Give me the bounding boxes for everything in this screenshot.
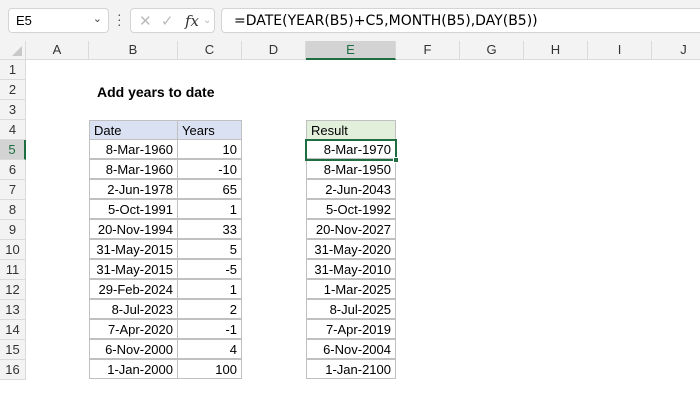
row-header-16[interactable]: 16 [0, 360, 26, 380]
years-cell[interactable]: 1 [177, 199, 242, 219]
fill-handle[interactable] [393, 157, 399, 163]
row-header-3[interactable]: 3 [0, 100, 26, 120]
result-cell[interactable]: 20-Nov-2027 [306, 219, 396, 239]
header-result[interactable]: Result [306, 120, 396, 140]
years-cell[interactable]: 2 [177, 299, 242, 319]
name-box-value: E5 [16, 13, 32, 28]
date-cell[interactable]: 6-Nov-2000 [89, 339, 178, 359]
cancel-icon[interactable]: ✕ [139, 12, 152, 30]
date-cell[interactable]: 20-Nov-1994 [89, 219, 178, 239]
row-header-2[interactable]: 2 [0, 80, 26, 100]
name-box[interactable]: E5 ⌄ [8, 8, 109, 33]
date-cell[interactable]: 29-Feb-2024 [89, 279, 178, 299]
date-cell[interactable]: 2-Jun-1978 [89, 179, 178, 199]
sheet-title: Add years to date [97, 84, 215, 100]
date-cell[interactable]: 31-May-2015 [89, 239, 178, 259]
header-date[interactable]: Date [89, 120, 178, 140]
more-options-icon[interactable]: · · · [117, 7, 122, 31]
years-cell[interactable]: 5 [177, 239, 242, 259]
years-cell[interactable]: -5 [177, 259, 242, 279]
row-header-13[interactable]: 13 [0, 300, 26, 320]
date-cell[interactable]: 5-Oct-1991 [89, 199, 178, 219]
years-cell[interactable]: 4 [177, 339, 242, 359]
row-header-14[interactable]: 14 [0, 320, 26, 340]
row-header-15[interactable]: 15 [0, 340, 26, 360]
result-cell[interactable]: 8-Jul-2025 [306, 299, 396, 319]
row-header-6[interactable]: 6 [0, 160, 26, 180]
result-cell[interactable]: 8-Mar-1950 [306, 159, 396, 179]
date-cell[interactable]: 8-Mar-1960 [89, 159, 178, 179]
row-header-9[interactable]: 9 [0, 220, 26, 240]
active-cell-border [305, 139, 397, 161]
result-cell[interactable]: 1-Mar-2025 [306, 279, 396, 299]
date-cell[interactable]: 8-Mar-1960 [89, 139, 178, 159]
formula-input[interactable]: =DATE(YEAR(B5)+C5,MONTH(B5),DAY(B5)) [221, 8, 700, 33]
select-all-button[interactable] [0, 41, 26, 60]
result-cell[interactable]: 2-Jun-2043 [306, 179, 396, 199]
chevron-down-icon[interactable]: ⌄ [203, 15, 211, 26]
date-cell[interactable]: 31-May-2015 [89, 259, 178, 279]
date-cell[interactable]: 8-Jul-2023 [89, 299, 178, 319]
insert-function-icon[interactable]: fx [185, 12, 199, 30]
row-header-8[interactable]: 8 [0, 200, 26, 220]
result-cell[interactable]: 1-Jan-2100 [306, 359, 396, 379]
result-cell[interactable]: 6-Nov-2004 [306, 339, 396, 359]
column-header-i[interactable]: I [588, 41, 652, 60]
header-years[interactable]: Years [177, 120, 242, 140]
column-header-g[interactable]: G [460, 41, 524, 60]
years-cell[interactable]: -1 [177, 319, 242, 339]
column-header-h[interactable]: H [524, 41, 588, 60]
years-cell[interactable]: 65 [177, 179, 242, 199]
years-cell[interactable]: -10 [177, 159, 242, 179]
row-header-12[interactable]: 12 [0, 280, 26, 300]
result-cell[interactable]: 31-May-2020 [306, 239, 396, 259]
column-header-d[interactable]: D [242, 41, 306, 60]
row-header-4[interactable]: 4 [0, 120, 26, 140]
column-header-a[interactable]: A [26, 41, 89, 60]
column-header-j[interactable]: J [652, 41, 700, 60]
row-header-11[interactable]: 11 [0, 260, 26, 280]
result-cell[interactable]: 7-Apr-2019 [306, 319, 396, 339]
enter-icon[interactable]: ✓ [161, 12, 174, 30]
years-cell[interactable]: 10 [177, 139, 242, 159]
formula-buttons: ✕ ✓ fx ⌄ [130, 8, 215, 33]
date-cell[interactable]: 7-Apr-2020 [89, 319, 178, 339]
row-header-7[interactable]: 7 [0, 180, 26, 200]
column-header-c[interactable]: C [178, 41, 242, 60]
date-cell[interactable]: 1-Jan-2000 [89, 359, 178, 379]
result-cell[interactable]: 31-May-2010 [306, 259, 396, 279]
row-header-10[interactable]: 10 [0, 240, 26, 260]
chevron-down-icon[interactable]: ⌄ [93, 12, 102, 25]
column-header-f[interactable]: F [396, 41, 460, 60]
row-header-1[interactable]: 1 [0, 60, 26, 80]
column-header-b[interactable]: B [89, 41, 178, 60]
row-header-5[interactable]: 5 [0, 140, 26, 160]
years-cell[interactable]: 33 [177, 219, 242, 239]
formula-bar-area: E5 ⌄ · · · ✕ ✓ fx ⌄ =DATE(YEAR(B5)+C5,MONTH… [0, 0, 700, 41]
years-cell[interactable]: 1 [177, 279, 242, 299]
years-cell[interactable]: 100 [177, 359, 242, 379]
result-cell[interactable]: 5-Oct-1992 [306, 199, 396, 219]
column-header-e[interactable]: E [306, 41, 396, 60]
